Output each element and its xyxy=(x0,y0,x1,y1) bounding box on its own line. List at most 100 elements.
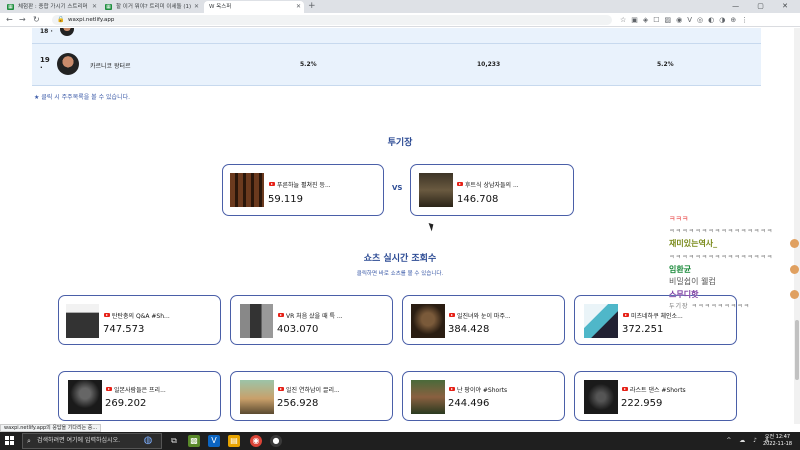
lock-icon: 🔒 xyxy=(57,16,65,23)
video-thumbnail xyxy=(68,380,102,414)
youtube-icon xyxy=(623,313,629,317)
video-thumbnail xyxy=(230,173,264,207)
youtube-icon xyxy=(104,313,110,317)
chat-line: 임환균 xyxy=(669,265,692,274)
table-row[interactable]: 19 · 카르니코 왕터르 5.2% 10,233 5.2% xyxy=(32,44,761,84)
table-row[interactable]: 18 · xyxy=(32,28,761,44)
video-thumbnail xyxy=(584,380,618,414)
browser-tab-label: 할 이거 뭐야? 트리미 이세돌 (1) xyxy=(116,4,192,10)
shorts-card[interactable]: VR 처음 샀을 때 특 ... 403.070 xyxy=(230,295,393,345)
chat-line: 비밀쉽이 웰컴 xyxy=(669,277,716,286)
sheets-favicon-icon: ▦ xyxy=(7,4,14,10)
rank-number: 18 · xyxy=(40,28,53,35)
video-title: 미츠네하쿠 체인소... xyxy=(631,313,683,320)
chat-emoji-icon xyxy=(790,290,799,299)
youtube-icon xyxy=(622,387,628,391)
clock-date: 2022-11-18 xyxy=(762,441,792,447)
arena-card-left[interactable]: 푸른하늘 펼쳐진 등... 59.119 xyxy=(222,164,384,216)
window-controls[interactable]: — ▢ ✕ xyxy=(732,0,796,12)
browser-status-bar: waxpi.netlify.app의 응답을 기다리는 중... xyxy=(0,424,102,432)
youtube-icon xyxy=(278,387,284,391)
video-title: 일진녀와 눈이 마주... xyxy=(457,313,511,320)
youtube-icon xyxy=(106,387,112,391)
close-tab-icon[interactable]: ✕ xyxy=(194,1,199,13)
shorts-card[interactable]: 난 팡이야 #Shorts 244.496 xyxy=(402,371,565,421)
chat-line: 재미있는역사_ xyxy=(669,239,718,248)
view-count: 256.928 xyxy=(277,398,319,409)
browser-tab-2[interactable]: ▦ 할 이거 뭐야? 트리미 이세돌 (1) ✕ xyxy=(102,1,202,13)
youtube-icon xyxy=(269,182,275,186)
clock-time: 오전 12:47 xyxy=(764,434,791,440)
view-count: 222.959 xyxy=(621,398,663,409)
arena-card-right[interactable]: 후트식 상남자들의 ... 146.708 xyxy=(410,164,574,216)
share-percent: 5.2% xyxy=(300,61,317,68)
rank-number: 19 · xyxy=(40,56,50,72)
close-tab-icon[interactable]: ✕ xyxy=(296,1,301,13)
youtube-icon xyxy=(278,313,284,317)
mouse-cursor-icon xyxy=(428,221,436,232)
arena-title: 투기장 xyxy=(387,138,413,148)
chat-line: ㅋㅋㅋㅋㅋㅋㅋㅋㅋㅋㅋㅋㅋㅋㅋㅋ xyxy=(669,254,774,261)
ranking-table: 18 · 19 · 카르니코 왕터르 5.2% 10,233 5.2% xyxy=(32,28,761,86)
chat-line: ㅋㅋㅋ xyxy=(669,215,689,223)
video-thumbnail xyxy=(411,304,445,338)
taskbar-search-placeholder: 검색하려면 여기에 입력하십시오. xyxy=(37,437,121,444)
address-bar[interactable]: 🔒 waxpi.netlify.app xyxy=(52,15,612,25)
video-title: VR 처음 샀을 때 특 ... xyxy=(286,313,343,320)
obs-icon[interactable]: ● xyxy=(270,435,282,447)
video-thumbnail xyxy=(240,304,273,338)
video-title: 일본사람들은 프리... xyxy=(114,387,166,394)
video-title: 탄탄충의 Q&A #Sh... xyxy=(112,313,170,320)
streamer-name: 카르니코 왕터르 xyxy=(90,63,131,70)
video-thumbnail xyxy=(66,304,99,338)
taskbar-clock[interactable]: 오전 12:47 2022-11-18 xyxy=(763,434,792,448)
shorts-card[interactable]: 일진녀와 눈이 마주... 384.428 xyxy=(402,295,565,345)
chat-line: 스무디핫 xyxy=(669,290,699,299)
new-tab-button[interactable]: + xyxy=(308,1,316,12)
browser-toolbar: ← → ↻ 🔒 waxpi.netlify.app ☆▣◈☐▨◉V◎◐◑⊕⋮ xyxy=(0,13,800,27)
youtube-icon xyxy=(457,182,463,186)
vs-label: VS xyxy=(392,184,403,192)
taskbar-search-input[interactable]: ⌕ 검색하려면 여기에 입력하십시오. xyxy=(22,433,162,449)
shorts-card[interactable]: 일진 연하남이 끌리... 256.928 xyxy=(230,371,393,421)
browser-tab-bar: ▦ 체험판 : 종합 가시기 스트리머 ✕ ▦ 할 이거 뭐야? 트리미 이세돌… xyxy=(0,0,800,13)
video-title: 난 팡이야 #Shorts xyxy=(457,387,508,394)
chat-emoji-icon xyxy=(790,265,799,274)
video-thumbnail xyxy=(419,173,453,207)
view-count: 747.573 xyxy=(103,324,145,335)
windows-start-icon[interactable] xyxy=(5,436,15,446)
globe-icon[interactable]: ◍ xyxy=(142,435,154,447)
chat-emoji-icon xyxy=(790,239,799,248)
back-arrow-icon[interactable]: ← xyxy=(6,14,13,26)
file-explorer-icon[interactable]: ▤ xyxy=(228,435,240,447)
task-view-icon[interactable]: ⧉ xyxy=(168,435,180,447)
viewer-count: 10,233 xyxy=(477,61,501,68)
shorts-card[interactable]: 탄탄충의 Q&A #Sh... 747.573 xyxy=(58,295,221,345)
shorts-card[interactable]: 일본사람들은 프리... 269.202 xyxy=(58,371,221,421)
reload-icon[interactable]: ↻ xyxy=(33,14,40,26)
avatar xyxy=(57,53,79,75)
avatar xyxy=(60,28,74,36)
scrollbar-thumb[interactable] xyxy=(795,320,799,380)
click-hint: ★ 클릭 시 주주목록을 볼 수 있습니다. xyxy=(34,94,131,101)
video-title: 후트식 상남자들의 ... xyxy=(465,182,519,189)
video-thumbnail xyxy=(411,380,445,414)
page-scrollbar[interactable] xyxy=(794,28,800,424)
browser-tab-label: W 옥스퍼 xyxy=(209,4,232,10)
forward-arrow-icon[interactable]: → xyxy=(19,14,26,26)
share-percent: 5.2% xyxy=(657,61,674,68)
video-title: 일진 연하남이 끌리... xyxy=(286,387,340,394)
shorts-card[interactable]: 라스트 댄스 #Shorts 222.959 xyxy=(574,371,737,421)
extension-icons[interactable]: ☆▣◈☐▨◉V◎◐◑⊕⋮ xyxy=(620,14,753,26)
browser-tab-3-active[interactable]: W 옥스퍼 ✕ xyxy=(204,1,304,13)
close-tab-icon[interactable]: ✕ xyxy=(92,1,97,13)
chat-line: 두기장 ㅋㅋㅋㅋㅋㅋㅋㅋㅋ xyxy=(669,303,751,310)
video-thumbnail xyxy=(584,304,618,338)
view-count: 244.496 xyxy=(448,398,490,409)
browser-tab-1[interactable]: ▦ 체험판 : 종합 가시기 스트리머 ✕ xyxy=(4,1,100,13)
chrome-icon[interactable]: ◉ xyxy=(250,435,262,447)
minecraft-icon[interactable]: ▩ xyxy=(188,435,200,447)
vscode-icon[interactable]: V xyxy=(208,435,220,447)
video-title: 푸른하늘 펼쳐진 등... xyxy=(277,182,331,189)
address-bar-url: waxpi.netlify.app xyxy=(68,17,115,23)
